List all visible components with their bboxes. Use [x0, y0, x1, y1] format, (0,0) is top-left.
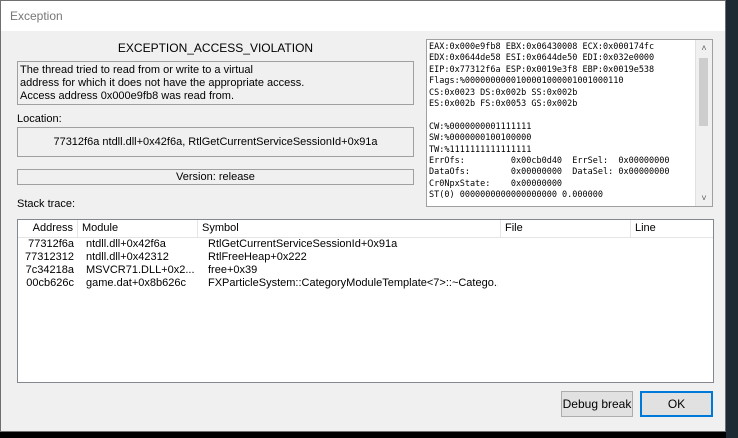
- table-row[interactable]: 00cb626c game.dat+0x8b626c FXParticleSys…: [18, 277, 713, 290]
- cell-file: [505, 251, 629, 264]
- cell-line: [635, 277, 713, 290]
- table-row[interactable]: 77312f6a ntdll.dll+0x42f6a RtlGetCurrent…: [18, 238, 713, 251]
- register-line: CS:0x0023 DS:0x002b SS:0x002b: [429, 87, 578, 98]
- table-header: Address Module Symbol File Line: [18, 220, 713, 238]
- registers-scrollbar[interactable]: ˄ ˅: [695, 40, 712, 206]
- cell-module: ntdll.dll+0x42f6a: [86, 238, 166, 250]
- column-header-module[interactable]: Module: [78, 220, 198, 237]
- message-line: Access address 0x000e9fb8 was read from.: [20, 90, 235, 102]
- stack-trace-table[interactable]: Address Module Symbol File Line 77312f6a…: [17, 219, 714, 383]
- cell-address: 7c34218a: [25, 264, 74, 276]
- message-line: address for which it does not have the a…: [20, 77, 305, 89]
- exception-dialog: Exception EXCEPTION_ACCESS_VIOLATION The…: [0, 0, 726, 432]
- register-line: ErrOfs: 0x00cb0d40 ErrSel: 0x00000000: [429, 156, 670, 167]
- cell-file: [505, 277, 629, 290]
- cell-file: [505, 238, 629, 251]
- register-line: EIP:0x77312f6a ESP:0x0019e3f8 EBP:0x0019…: [429, 64, 655, 75]
- debug-break-button[interactable]: Debug break: [561, 391, 633, 417]
- column-header-symbol[interactable]: Symbol: [198, 220, 501, 237]
- register-line: TW:%1111111111111111: [429, 144, 532, 155]
- cell-file: [505, 264, 629, 277]
- cell-line: [635, 238, 713, 251]
- cell-address: 77312f6a: [28, 238, 74, 250]
- cell-address: 00cb626c: [26, 277, 74, 289]
- ok-button[interactable]: OK: [640, 391, 713, 417]
- register-line: [429, 110, 697, 121]
- window-title: Exception: [10, 9, 63, 23]
- cell-line: [635, 251, 713, 264]
- stack-trace-label: Stack trace:: [17, 198, 76, 210]
- cell-symbol: RtlGetCurrentServiceSessionId+0x91a: [208, 238, 398, 250]
- column-header-address[interactable]: Address: [18, 220, 78, 237]
- register-line: Cr0NpxState: 0x00000000: [429, 178, 563, 189]
- cell-address: 77312312: [25, 251, 74, 263]
- background-window-edge: [726, 0, 738, 438]
- registers-text: EAX:0x000e9fb8 EBX:0x06430008 ECX:0x0001…: [429, 42, 697, 202]
- exception-message: The thread tried to read from or write t…: [17, 61, 414, 105]
- register-line: ES:0x002b FS:0x0053 GS:0x002b: [429, 99, 578, 110]
- register-line: SW:%0000000100100000: [429, 133, 532, 144]
- location-field: 77312f6a ntdll.dll+0x42f6a, RtlGetCurren…: [17, 127, 414, 157]
- exception-name: EXCEPTION_ACCESS_VIOLATION: [117, 41, 314, 55]
- column-header-file[interactable]: File: [501, 220, 631, 237]
- table-row[interactable]: 77312312 ntdll.dll+0x42312 RtlFreeHeap+0…: [18, 251, 713, 264]
- scrollbar-thumb[interactable]: [699, 58, 708, 126]
- location-label: Location:: [17, 113, 62, 125]
- registers-panel[interactable]: EAX:0x000e9fb8 EBX:0x06430008 ECX:0x0001…: [426, 39, 713, 207]
- title-bar[interactable]: Exception: [1, 1, 725, 31]
- table-row[interactable]: 7c34218a MSVCR71.DLL+0x2... free+0x39: [18, 264, 713, 277]
- message-line: The thread tried to read from or write t…: [20, 64, 253, 76]
- cell-symbol: RtlFreeHeap+0x222: [208, 251, 307, 263]
- cell-symbol: FXParticleSystem::CategoryModuleTemplate…: [208, 277, 498, 289]
- column-header-line[interactable]: Line: [631, 220, 713, 237]
- register-line: EDX:0x0644de58 ESI:0x0644de50 EDI:0x032e…: [429, 53, 655, 64]
- register-line: Flags:%0000000000100001000001001000110: [429, 76, 624, 87]
- version-field: Version: release: [17, 169, 414, 185]
- register-line: DataOfs: 0x00000000 DataSel: 0x00000000: [429, 167, 670, 178]
- cell-symbol: free+0x39: [208, 264, 258, 276]
- cell-line: [635, 264, 713, 277]
- chevron-down-icon[interactable]: ˅: [696, 190, 712, 206]
- register-line: ST(0) 0000000000000000000 0.000000: [429, 190, 603, 201]
- cell-module: game.dat+0x8b626c: [86, 277, 186, 289]
- cell-module: ntdll.dll+0x42312: [86, 251, 169, 263]
- cell-module: MSVCR71.DLL+0x2...: [86, 264, 195, 276]
- chevron-up-icon[interactable]: ˄: [696, 40, 712, 56]
- register-line: EAX:0x000e9fb8 EBX:0x06430008 ECX:0x0001…: [429, 42, 655, 52]
- register-line: CW:%0000000001111111: [429, 121, 532, 132]
